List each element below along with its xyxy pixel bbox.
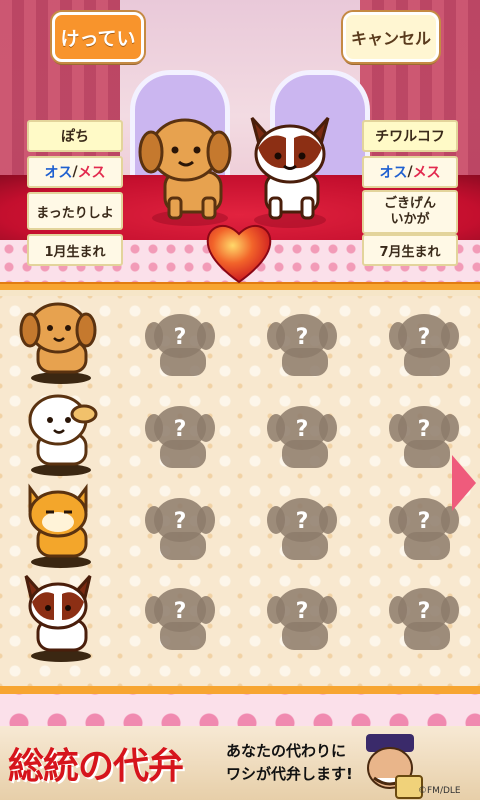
unknown-pet-silhouette: ? xyxy=(389,314,459,376)
unknown-mark: ? xyxy=(418,599,431,624)
unknown-pet-silhouette: ? xyxy=(267,406,337,468)
owned-white-dog[interactable] xyxy=(16,390,106,478)
unknown-mark: ? xyxy=(174,509,187,534)
unknown-pet-silhouette: ? xyxy=(145,314,215,376)
right-pet-mood: ごきげん いかが xyxy=(362,190,458,234)
unknown-pet-silhouette: ? xyxy=(267,498,337,560)
unknown-pet-silhouette: ? xyxy=(267,588,337,650)
unknown-pet-silhouette: ? xyxy=(389,588,459,650)
ad-title[interactable]: 総統の代弁 xyxy=(8,737,184,789)
right-pet-mood-line1: ごきげん xyxy=(383,196,436,211)
right-pet-name: チワルコフ xyxy=(362,120,458,152)
right-sex-male[interactable]: オス xyxy=(379,162,407,182)
unknown-mark: ? xyxy=(296,325,309,350)
right-pet-mood-line2: いかが xyxy=(390,212,430,227)
unknown-mark: ? xyxy=(174,599,187,624)
unknown-pet-silhouette: ? xyxy=(145,498,215,560)
next-page-arrow-icon[interactable] xyxy=(452,455,476,511)
brown-dog-partner xyxy=(138,118,232,226)
cancel-button[interactable]: キャンセル xyxy=(343,12,439,62)
unknown-pet-silhouette: ? xyxy=(267,314,337,376)
ad-text-line1[interactable]: あなたの代わりに xyxy=(226,740,346,761)
right-pet-birth: 7月生まれ xyxy=(362,234,458,266)
right-pet-name-text: チワルコフ xyxy=(375,129,445,145)
unknown-mark: ? xyxy=(418,509,431,534)
ad-copyright: ©FM/DLE xyxy=(418,786,461,796)
left-pet-birth-text: 1月生まれ xyxy=(44,244,106,260)
left-pet-name-text: ぽち xyxy=(61,129,89,145)
unknown-mark: ? xyxy=(418,417,431,442)
unknown-mark: ? xyxy=(418,325,431,350)
left-pet-sex: オス / メス xyxy=(27,156,123,188)
right-sex-female[interactable]: メス xyxy=(413,162,441,182)
left-pet-birth: 1月生まれ xyxy=(27,234,123,266)
ad-character-icon[interactable] xyxy=(356,728,426,800)
unknown-mark: ? xyxy=(296,509,309,534)
unknown-pet-silhouette: ? xyxy=(145,588,215,650)
right-pet-birth-text: 7月生まれ xyxy=(379,244,441,260)
chihuahua-partner xyxy=(250,116,330,228)
owned-brown-dog[interactable] xyxy=(16,298,106,386)
unknown-mark: ? xyxy=(296,417,309,442)
unknown-pet-silhouette: ? xyxy=(145,406,215,468)
unknown-mark: ? xyxy=(296,599,309,624)
owned-shiba-dog[interactable] xyxy=(16,482,106,570)
heart-icon xyxy=(206,224,272,284)
right-pet-sex: オス / メス xyxy=(362,156,458,188)
left-pet-name: ぽち xyxy=(27,120,123,152)
left-pet-mood-text: まったりしよ xyxy=(36,205,114,221)
confirm-button[interactable]: けってい xyxy=(52,12,144,62)
unknown-mark: ? xyxy=(174,417,187,442)
ad-text-line2[interactable]: ワシが代弁します! xyxy=(226,763,353,784)
left-pet-mood: まったりしよ xyxy=(27,192,123,230)
left-sex-female[interactable]: メス xyxy=(78,162,106,182)
unknown-mark: ? xyxy=(174,325,187,350)
left-sex-male[interactable]: オス xyxy=(44,162,72,182)
owned-chihuahua-dog[interactable] xyxy=(16,572,106,664)
